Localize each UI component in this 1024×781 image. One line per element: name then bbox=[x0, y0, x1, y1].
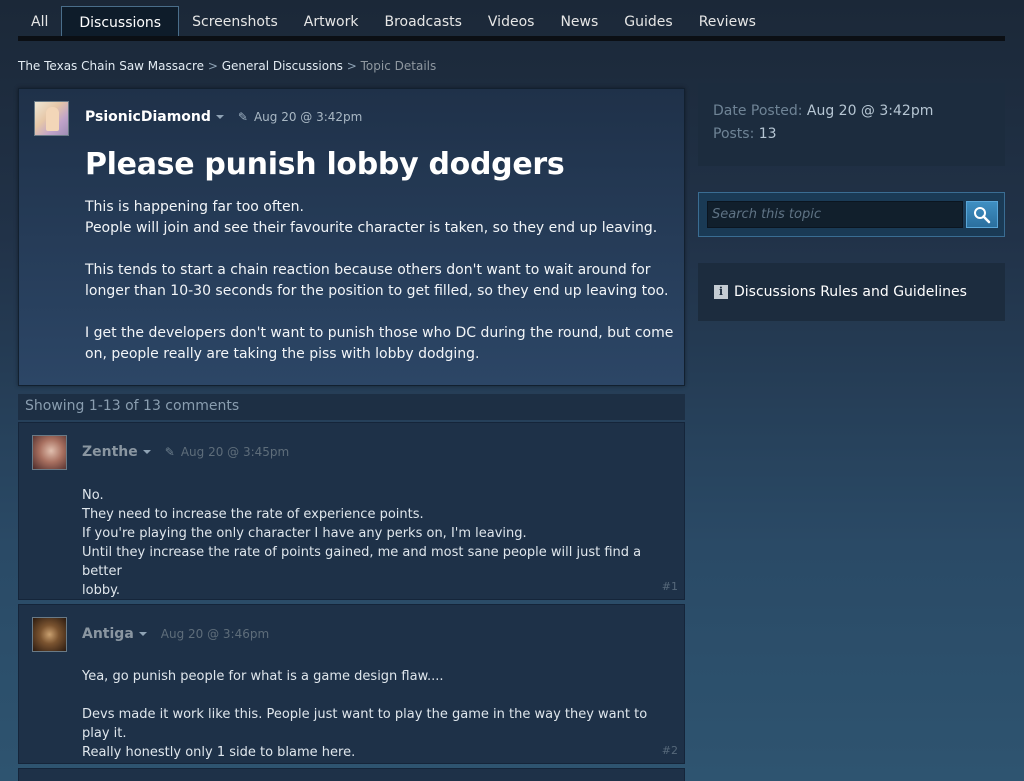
topic-info-panel: Date Posted: Aug 20 @ 3:42pm Posts: 13 bbox=[698, 83, 1005, 166]
chevron-down-icon[interactable] bbox=[138, 632, 147, 636]
breadcrumb-section-link[interactable]: General Discussions bbox=[222, 59, 343, 73]
breadcrumb: The Texas Chain Saw Massacre > General D… bbox=[18, 59, 436, 73]
comment-line: Until they increase the rate of points g… bbox=[82, 545, 642, 579]
tab-broadcasts[interactable]: Broadcasts bbox=[371, 6, 474, 38]
op-body: This is happening far too often. People … bbox=[85, 197, 675, 386]
comment: Zenthe ✎ Aug 20 @ 3:45pm No. They need t… bbox=[18, 422, 685, 600]
posts-value: 13 bbox=[758, 126, 777, 142]
op-line: I get the developers don't want to punis… bbox=[85, 325, 674, 341]
posts-label: Posts: bbox=[713, 126, 755, 142]
search-icon bbox=[974, 206, 991, 223]
tab-news[interactable]: News bbox=[547, 6, 611, 38]
post-date: Aug 20 @ 3:42pm bbox=[253, 110, 363, 124]
post-date: Aug 20 @ 3:46pm bbox=[160, 627, 270, 641]
search-input[interactable] bbox=[707, 201, 963, 228]
tab-divider bbox=[18, 36, 1005, 41]
tab-screenshots[interactable]: Screenshots bbox=[179, 6, 291, 38]
comment-body: Yea, go punish people for what is a game… bbox=[82, 667, 677, 762]
pencil-icon: ✎ bbox=[237, 110, 248, 124]
comment-line: No. bbox=[82, 488, 104, 503]
op-line: on, people really are taking the piss wi… bbox=[85, 346, 480, 362]
op-line: This tends to start a chain reaction bec… bbox=[85, 262, 651, 278]
op-line: This is happening far too often. bbox=[85, 199, 304, 215]
chevron-down-icon[interactable] bbox=[215, 115, 224, 119]
tab-guides[interactable]: Guides bbox=[611, 6, 685, 38]
breadcrumb-current: Topic Details bbox=[360, 59, 437, 73]
avatar[interactable] bbox=[32, 617, 67, 652]
comment-author-row: Zenthe ✎ Aug 20 @ 3:45pm bbox=[82, 444, 289, 460]
avatar[interactable] bbox=[32, 435, 67, 470]
original-post: PsionicDiamond ✎ Aug 20 @ 3:42pm Please … bbox=[18, 88, 685, 386]
op-paragraph: I get the developers don't want to punis… bbox=[85, 323, 675, 365]
op-paragraph: This tends to start a chain reaction bec… bbox=[85, 260, 675, 302]
avatar[interactable] bbox=[34, 101, 69, 136]
comment-line bbox=[82, 686, 677, 705]
rules-guidelines-link[interactable]: i Discussions Rules and Guidelines bbox=[698, 263, 1005, 321]
author-name[interactable]: Antiga bbox=[82, 626, 134, 642]
date-posted-value: Aug 20 @ 3:42pm bbox=[806, 103, 934, 119]
pencil-icon: ✎ bbox=[164, 445, 175, 459]
comment: Antiga Aug 20 @ 3:46pm Yea, go punish pe… bbox=[18, 604, 685, 764]
comment bbox=[18, 768, 685, 781]
date-posted: Date Posted: Aug 20 @ 3:42pm bbox=[713, 103, 990, 119]
breadcrumb-separator: > bbox=[346, 59, 357, 73]
comment-count: Showing 1-13 of 13 comments bbox=[18, 394, 685, 420]
post-date: Aug 20 @ 3:45pm bbox=[180, 445, 290, 459]
comment-line: lobby. bbox=[82, 583, 121, 598]
date-posted-label: Date Posted: bbox=[713, 103, 803, 119]
op-author-row: PsionicDiamond ✎ Aug 20 @ 3:42pm bbox=[85, 109, 362, 125]
posts-count: Posts: 13 bbox=[713, 126, 990, 142]
topic-search bbox=[698, 192, 1005, 237]
chevron-down-icon[interactable] bbox=[142, 450, 151, 454]
comment-line: Really honestly only 1 side to blame her… bbox=[82, 745, 356, 760]
tab-discussions[interactable]: Discussions bbox=[61, 6, 180, 38]
breadcrumb-game-link[interactable]: The Texas Chain Saw Massacre bbox=[18, 59, 204, 73]
tab-artwork[interactable]: Artwork bbox=[291, 6, 372, 38]
comment-author-row: Antiga Aug 20 @ 3:46pm bbox=[82, 626, 269, 642]
tab-all[interactable]: All bbox=[18, 6, 61, 38]
comment-body: No. They need to increase the rate of ex… bbox=[82, 486, 677, 600]
community-tabs: All Discussions Screenshots Artwork Broa… bbox=[18, 4, 769, 38]
op-line: longer than 10-30 seconds for the positi… bbox=[85, 283, 669, 299]
tab-reviews[interactable]: Reviews bbox=[686, 6, 769, 38]
comment-line: Devs made it work like this. People just… bbox=[82, 707, 648, 741]
comment-line: They need to increase the rate of experi… bbox=[82, 507, 424, 522]
rules-label: Discussions Rules and Guidelines bbox=[734, 284, 967, 300]
op-line: People will join and see their favourite… bbox=[85, 220, 658, 236]
op-paragraph: This is happening far too often. People … bbox=[85, 197, 675, 239]
breadcrumb-separator: > bbox=[207, 59, 218, 73]
comment-number[interactable]: #2 bbox=[662, 744, 678, 757]
comment-line: Yea, go punish people for what is a game… bbox=[82, 669, 444, 684]
info-icon: i bbox=[714, 285, 728, 299]
comment-line: If you're playing the only character I h… bbox=[82, 526, 527, 541]
comment-number[interactable]: #1 bbox=[662, 580, 678, 593]
author-name[interactable]: Zenthe bbox=[82, 444, 138, 460]
tab-videos[interactable]: Videos bbox=[475, 6, 548, 38]
search-button[interactable] bbox=[966, 201, 998, 228]
topic-title: Please punish lobby dodgers bbox=[85, 147, 565, 182]
author-name[interactable]: PsionicDiamond bbox=[85, 109, 211, 125]
